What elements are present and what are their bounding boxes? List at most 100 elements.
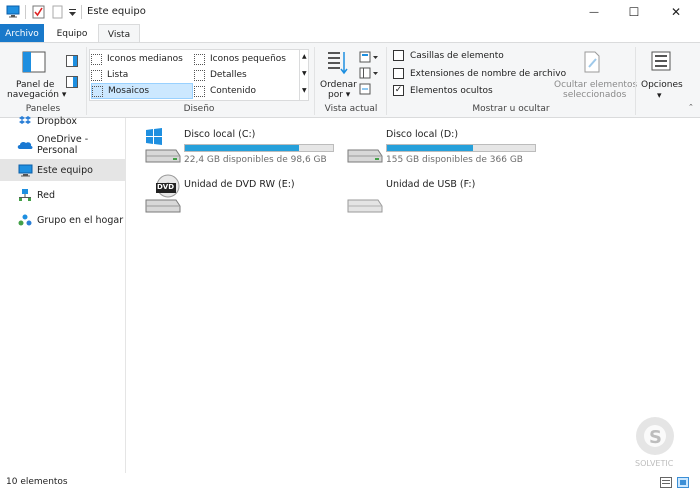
nav-item-label: Red bbox=[37, 189, 56, 201]
size-columns-icon[interactable] bbox=[359, 83, 371, 98]
drive-name: Disco local (C:) bbox=[184, 129, 256, 140]
options-label: Opciones bbox=[641, 80, 683, 90]
hide-selected-button[interactable]: Ocultar elementos seleccionados bbox=[552, 47, 637, 103]
content-icon bbox=[194, 85, 205, 97]
drive-name: Unidad de DVD RW (E:) bbox=[184, 179, 295, 190]
minimize-button[interactable]: — bbox=[576, 0, 612, 24]
nav-item-label: Dropbox bbox=[37, 115, 78, 127]
checkbox[interactable] bbox=[393, 68, 404, 79]
drive-usage-bar bbox=[386, 144, 536, 152]
ribbon: Panel de navegación ▾ Paneles Iconos med… bbox=[0, 42, 700, 118]
ribbon-separator bbox=[635, 47, 636, 115]
network-icon bbox=[17, 188, 33, 202]
options-icon bbox=[651, 51, 671, 74]
nav-item-red[interactable]: Red bbox=[0, 184, 125, 206]
checkbox[interactable] bbox=[393, 50, 404, 61]
ribbon-separator bbox=[86, 47, 87, 115]
details-icon bbox=[194, 69, 205, 81]
layout-details[interactable]: Detalles bbox=[194, 67, 298, 83]
maximize-button[interactable]: ☐ bbox=[616, 0, 652, 24]
checkbox-label: Elementos ocultos bbox=[410, 85, 493, 96]
checkbox-checked[interactable]: ✓ bbox=[393, 85, 404, 96]
drive-tile-d[interactable]: Disco local (D:) 155 GB disponibles de 3… bbox=[345, 124, 545, 168]
maximize-icon: ☐ bbox=[628, 5, 640, 19]
options-chevron-icon: ▾ bbox=[657, 91, 662, 101]
layout-item-label: Iconos medianos bbox=[107, 54, 183, 64]
layout-gallery: Iconos medianos Iconos pequeños Lista De… bbox=[89, 49, 309, 101]
nav-item-label: Grupo en el hogar bbox=[37, 214, 124, 226]
usb-drive-icon bbox=[345, 174, 385, 214]
add-columns-icon[interactable] bbox=[359, 67, 379, 82]
small-icons-icon bbox=[194, 53, 205, 65]
qa-divider bbox=[25, 5, 26, 19]
preview-pane-icon[interactable] bbox=[66, 55, 78, 70]
drive-tile-e[interactable]: DVD Unidad de DVD RW (E:) bbox=[143, 174, 343, 218]
details-view-icon[interactable] bbox=[660, 477, 672, 491]
nav-item-este-equipo[interactable]: Este equipo bbox=[0, 159, 125, 181]
close-button[interactable]: ✕ bbox=[658, 0, 694, 24]
nav-item-dropbox[interactable]: Dropbox bbox=[0, 110, 125, 132]
tab-vista[interactable]: Vista bbox=[98, 24, 140, 44]
sort-label-2: por ▾ bbox=[328, 90, 351, 100]
options-button[interactable]: Opciones ▾ bbox=[638, 47, 684, 111]
layout-content[interactable]: Contenido bbox=[194, 83, 298, 99]
drive-usage-fill bbox=[387, 145, 473, 151]
list-icon bbox=[91, 69, 102, 81]
dvd-drive-icon: DVD bbox=[143, 174, 183, 214]
tab-archivo[interactable]: Archivo bbox=[0, 24, 44, 43]
group-label-mostrar-ocultar: Mostrar u ocultar bbox=[472, 104, 550, 114]
layout-list[interactable]: Lista bbox=[91, 67, 193, 83]
customize-qa-dropdown-icon[interactable] bbox=[68, 5, 78, 19]
navigation-pane-button[interactable]: Panel de navegación ▾ bbox=[4, 47, 66, 103]
content-area: Disco local (C:) 22,4 GB disponibles de … bbox=[127, 118, 700, 473]
nav-item-grupo-hogar[interactable]: Grupo en el hogar bbox=[0, 209, 125, 231]
medium-icons-icon bbox=[91, 53, 102, 65]
item-count: 10 elementos bbox=[6, 477, 68, 487]
title-bar: Este equipo — ☐ ✕ bbox=[0, 0, 700, 24]
drive-name: Unidad de USB (F:) bbox=[386, 179, 476, 190]
homegroup-icon bbox=[17, 213, 33, 227]
navigation-pane: Dropbox OneDrive - Personal Este equipo … bbox=[0, 116, 126, 473]
new-folder-icon[interactable] bbox=[52, 5, 64, 19]
dvd-label: DVD bbox=[157, 183, 175, 191]
sort-by-button[interactable]: Ordenar por ▾ bbox=[318, 47, 357, 103]
layout-small-icons[interactable]: Iconos pequeños bbox=[194, 51, 298, 67]
ribbon-tab-bar: Archivo Equipo Vista bbox=[0, 24, 700, 44]
hidden-items-toggle[interactable]: ✓ Elementos ocultos bbox=[393, 85, 493, 96]
checkbox-label: Casillas de elemento bbox=[410, 50, 504, 61]
sort-icon bbox=[326, 50, 348, 79]
file-extensions-toggle[interactable]: Extensiones de nombre de archivo bbox=[393, 68, 566, 79]
drive-tile-f[interactable]: Unidad de USB (F:) bbox=[345, 174, 545, 218]
properties-icon[interactable] bbox=[32, 5, 46, 19]
layout-medium-icons[interactable]: Iconos medianos bbox=[91, 51, 193, 67]
layout-tiles[interactable]: Mosaicos bbox=[91, 83, 193, 99]
layout-item-label: Mosaicos bbox=[108, 86, 150, 96]
drive-free-space: 155 GB disponibles de 366 GB bbox=[386, 155, 523, 165]
checkbox-label: Extensiones de nombre de archivo bbox=[410, 68, 567, 79]
tiles-icon bbox=[92, 85, 103, 97]
drive-usage-fill bbox=[185, 145, 299, 151]
collapse-ribbon-icon[interactable]: ⌃ bbox=[688, 103, 694, 111]
hide-selected-icon bbox=[582, 50, 602, 77]
scroll-down-icon: ▼ bbox=[302, 70, 307, 77]
drive-tile-c[interactable]: Disco local (C:) 22,4 GB disponibles de … bbox=[143, 124, 343, 168]
computer-icon[interactable] bbox=[6, 5, 20, 19]
large-icons-view-icon[interactable] bbox=[677, 477, 689, 491]
hide-selected-label-2: seleccionados bbox=[563, 90, 627, 100]
window-title: Este equipo bbox=[87, 6, 146, 17]
windows-drive-icon bbox=[143, 124, 183, 164]
details-pane-icon[interactable] bbox=[66, 76, 78, 91]
close-icon: ✕ bbox=[670, 5, 682, 19]
group-by-icon[interactable] bbox=[359, 51, 379, 66]
nav-item-label: OneDrive - Personal bbox=[37, 134, 89, 156]
svg-text:S: S bbox=[649, 427, 662, 448]
navigation-pane-label-2: navegación ▾ bbox=[7, 90, 67, 100]
onedrive-icon bbox=[17, 138, 33, 152]
nav-item-onedrive[interactable]: OneDrive - Personal bbox=[0, 134, 125, 156]
item-checkboxes-toggle[interactable]: Casillas de elemento bbox=[393, 50, 504, 61]
drive-free-space: 22,4 GB disponibles de 98,6 GB bbox=[184, 155, 327, 165]
layout-item-label: Detalles bbox=[210, 70, 247, 80]
drive-name: Disco local (D:) bbox=[386, 129, 459, 140]
gallery-scroll[interactable]: ▲ ▼ ▼ bbox=[299, 50, 309, 100]
tab-equipo[interactable]: Equipo bbox=[48, 24, 96, 43]
